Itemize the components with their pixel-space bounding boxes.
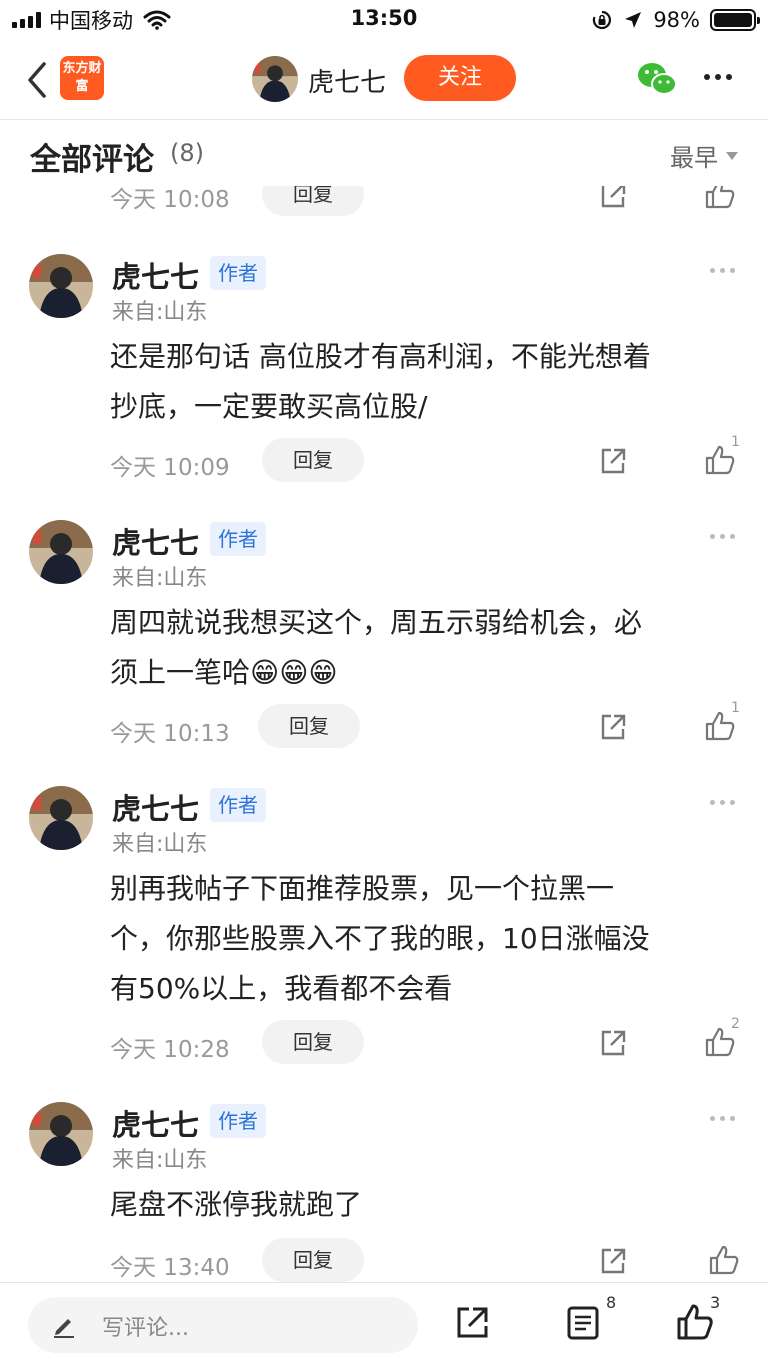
author-name[interactable]: 虎七七 [112,254,199,296]
author-badge: 作者 [210,522,266,556]
avatar[interactable] [29,786,93,850]
comment-location: 来自:山东 [112,566,208,591]
share-icon[interactable] [598,712,628,742]
comment-line: 个，你那些股票入不了我的眼，10日涨幅没 [110,922,650,955]
comments-count: (8) [170,139,204,167]
like-count-badge: 3 [710,1293,721,1312]
location-arrow-icon [625,12,642,28]
bottom-bar: 写评论... 8 3 [0,1282,768,1366]
author-name[interactable]: 虎七七 [112,520,199,562]
avatar[interactable] [29,254,93,318]
comment-time: 今天 10:13 [110,721,230,747]
comment-line: 尾盘不涨停我就跑了 [110,1188,363,1221]
comment-location: 来自:山东 [112,1148,208,1173]
reply-button[interactable]: 回复 [258,704,360,748]
comment-more-icon[interactable] [710,1116,735,1121]
back-chevron-icon[interactable] [22,60,54,100]
like-count: 1 [731,700,740,716]
comment-line: 有50%以上，我看都不会看 [110,972,453,1005]
comments-title: 全部评论 [30,142,154,178]
share-icon[interactable] [598,1028,628,1058]
author-name[interactable]: 虎七七 [112,786,199,828]
like-icon[interactable] [676,1303,714,1341]
comment-count-badge: 8 [606,1293,617,1312]
like-icon[interactable] [708,1244,740,1276]
reply-button[interactable]: 回复 [262,438,364,482]
comment-more-icon[interactable] [710,268,735,273]
author-name[interactable]: 虎七七 [112,1102,199,1144]
comment-line: 抄底，一定要敢买高位股/ [110,390,428,423]
reply-button[interactable]: 回复 [262,1020,364,1064]
like-count: 1 [731,434,740,450]
more-options-icon[interactable] [704,74,732,80]
comment-line: 别再我帖子下面推荐股票，见一个拉黑一 [110,872,615,905]
comment-location: 来自:山东 [112,832,208,857]
comment-text: 尾盘不涨停我就跑了 [110,1180,740,1230]
status-right: 98% [591,6,760,34]
battery-percent: 98% [653,8,700,32]
comment-location: 来自:山东 [112,300,208,325]
nav-title: 虎七七 [308,68,387,98]
comment-text: 周四就说我想买这个，周五示弱给机会，必 须上一笔哈😁😁😁 [110,598,740,698]
author-badge: 作者 [210,1104,266,1138]
comment-more-icon[interactable] [710,534,735,539]
share-icon[interactable] [454,1305,490,1341]
comment-input[interactable]: 写评论... [28,1297,418,1353]
follow-button[interactable]: 关注 [404,55,516,101]
author-badge: 作者 [210,256,266,290]
sort-dropdown[interactable]: 最早 [670,138,738,173]
share-icon[interactable] [598,1246,628,1276]
comment-time: 今天 10:09 [110,455,230,481]
avatar[interactable] [29,1102,93,1166]
battery-icon [710,9,760,31]
comment-time: 今天 13:40 [110,1255,230,1281]
comment-item: 虎七七 作者 来自:山东 周四就说我想买这个，周五示弱给机会，必 须上一笔哈😁😁… [0,520,768,750]
list-icon[interactable] [566,1305,600,1341]
comment-item: 虎七七 作者 来自:山东 尾盘不涨停我就跑了 今天 13:40 回复 [0,1102,768,1282]
rotation-lock-icon [593,10,612,30]
nav-avatar[interactable] [252,56,298,102]
comment-line: 须上一笔哈😁😁😁 [110,656,338,689]
share-icon[interactable] [598,446,628,476]
status-bar: 中国移动 13:50 98% [0,0,768,40]
comment-more-icon[interactable] [710,800,735,805]
nav-bar: 东方财富 虎七七 关注 [0,40,768,120]
like-count: 2 [731,1016,740,1032]
wechat-icon[interactable] [636,60,678,98]
comment-line: 还是那句话 高位股才有高利润，不能光想着 [110,340,651,373]
author-badge: 作者 [210,788,266,822]
comment-placeholder: 写评论... [102,1316,189,1341]
comments-header: 全部评论 (8) 最早 [0,122,768,186]
sort-label: 最早 [670,144,718,172]
pencil-icon [54,1319,74,1338]
avatar[interactable] [29,520,93,584]
comment-item: 虎七七 作者 来自:山东 还是那句话 高位股才有高利润，不能光想着 抄底，一定要… [0,254,768,484]
reply-button[interactable]: 回复 [262,1238,364,1282]
app-logo: 东方财富 [60,56,104,100]
comment-time: 今天 10:28 [110,1037,230,1063]
comment-line: 周四就说我想买这个，周五示弱给机会，必 [110,606,643,639]
comment-text: 还是那句话 高位股才有高利润，不能光想着 抄底，一定要敢买高位股/ [110,332,740,432]
caret-down-icon [726,151,738,160]
comment-item: 虎七七 作者 来自:山东 别再我帖子下面推荐股票，见一个拉黑一 个，你那些股票入… [0,786,768,1066]
comment-text: 别再我帖子下面推荐股票，见一个拉黑一 个，你那些股票入不了我的眼，10日涨幅没 … [110,864,740,1014]
